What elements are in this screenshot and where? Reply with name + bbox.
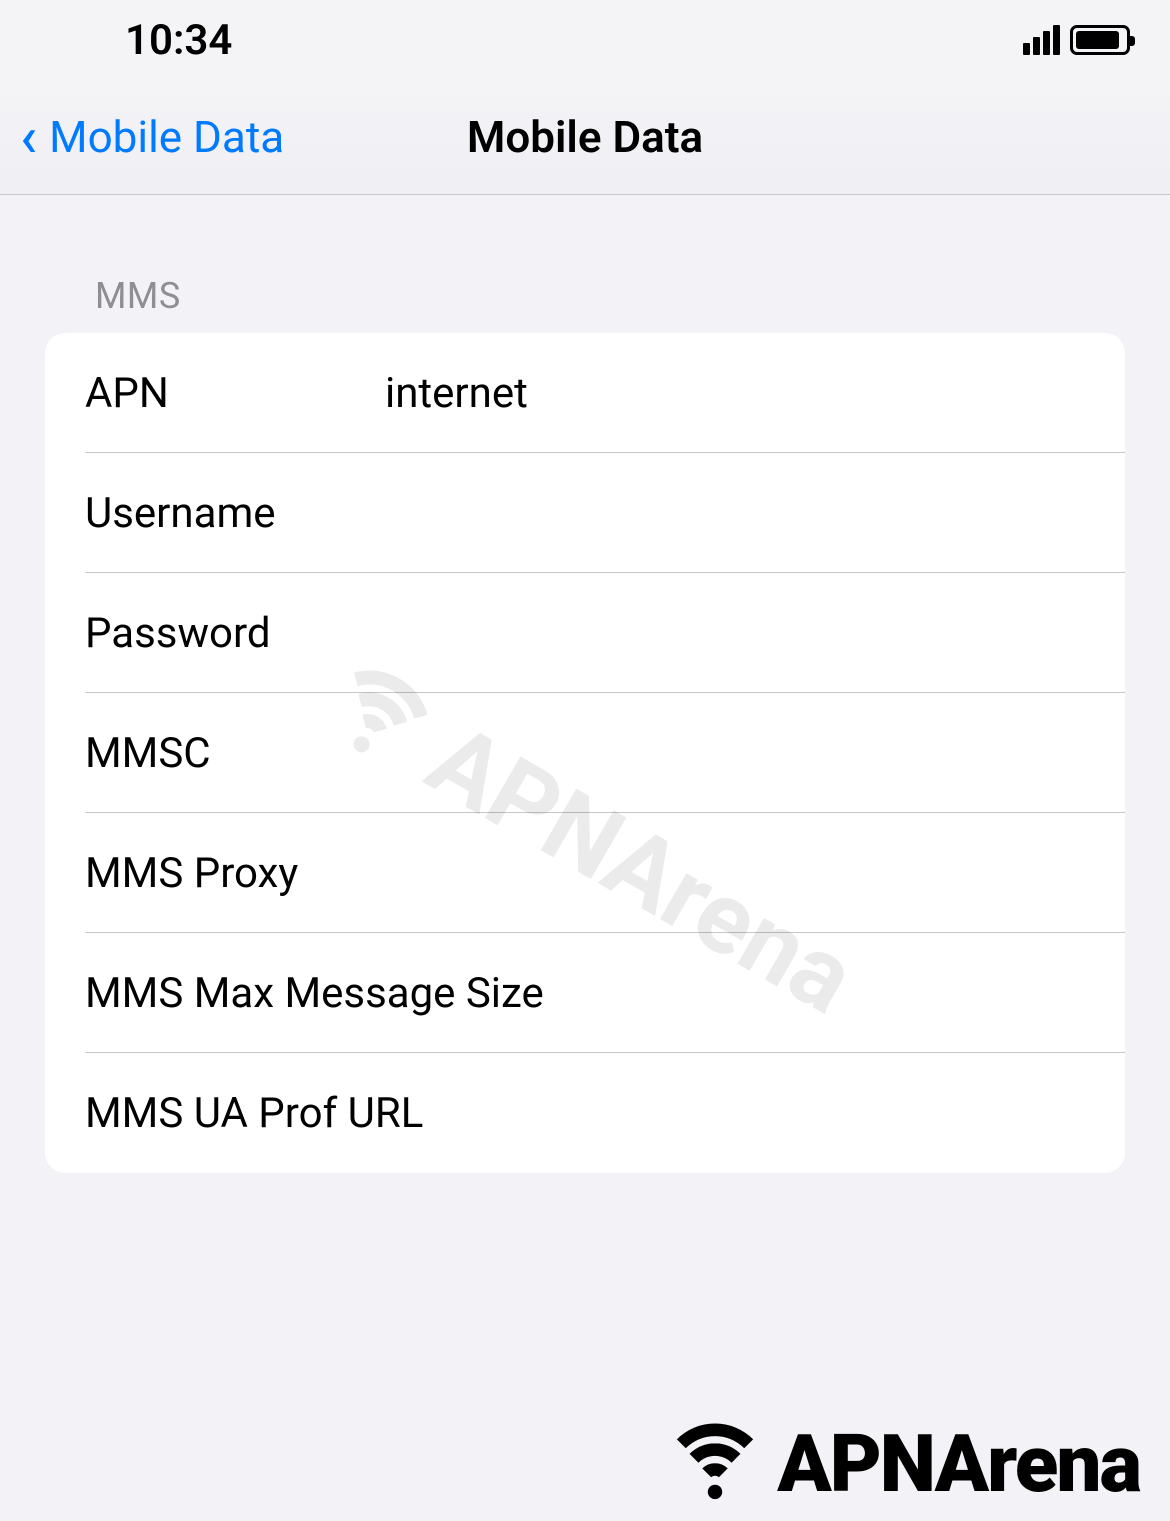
username-label: Username [85,489,385,538]
status-time: 10:34 [125,16,232,65]
back-label: Mobile Data [49,111,284,163]
mms-max-label: MMS Max Message Size [85,969,544,1018]
status-bar: 10:34 [0,0,1170,80]
navigation-bar: ‹ Mobile Data Mobile Data [0,80,1170,195]
chevron-left-icon: ‹ [20,109,37,165]
section-header: MMS [0,195,1170,333]
status-icons [1023,25,1130,55]
mms-ua-label: MMS UA Prof URL [85,1089,423,1138]
mmsc-label: MMSC [85,729,385,778]
password-label: Password [85,609,385,658]
footer-text: APNArena [777,1417,1140,1511]
page-title: Mobile Data [467,111,703,163]
apn-value: internet [385,369,528,418]
mmsc-row[interactable]: MMSC [45,693,1125,813]
mms-ua-row[interactable]: MMS UA Prof URL [45,1053,1125,1173]
battery-icon [1070,25,1130,55]
apn-label: APN [85,369,385,418]
mms-max-row[interactable]: MMS Max Message Size [45,933,1125,1053]
username-row[interactable]: Username [45,453,1125,573]
mms-proxy-row[interactable]: MMS Proxy [45,813,1125,933]
back-button[interactable]: ‹ Mobile Data [0,109,284,165]
settings-list: APN internet Username Password MMSC MMS … [45,333,1125,1173]
wifi-icon [661,1424,769,1505]
mms-proxy-label: MMS Proxy [85,849,385,898]
cellular-signal-icon [1023,25,1060,55]
footer-logo: APNArena [655,1417,1140,1511]
password-row[interactable]: Password [45,573,1125,693]
apn-row[interactable]: APN internet [45,333,1125,453]
